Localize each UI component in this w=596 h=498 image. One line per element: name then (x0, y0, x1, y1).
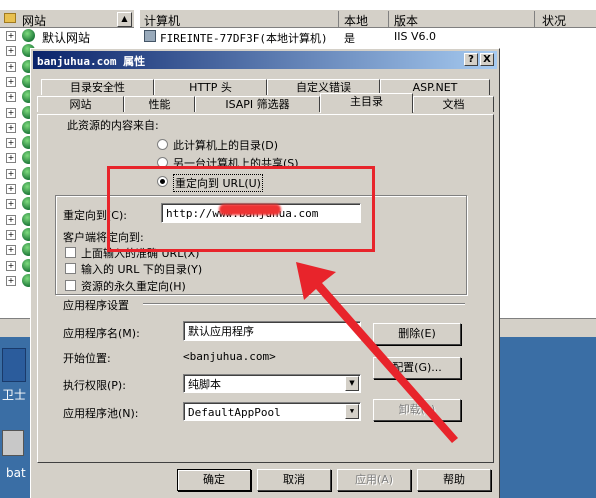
app-settings-label: 应用程序设置 (63, 299, 129, 312)
scroll-up-icon[interactable]: ▲ (117, 12, 132, 27)
desktop-icon[interactable] (2, 348, 26, 382)
column-version[interactable]: 版本 (394, 12, 418, 29)
start-point-label: 开始位置: (63, 352, 111, 365)
expand-icon[interactable]: + (6, 92, 16, 103)
exec-perm-select[interactable]: 纯脚本 ▼ (183, 374, 361, 393)
expand-icon[interactable]: + (6, 260, 16, 271)
tab-http-headers[interactable]: HTTP 头 (154, 79, 267, 95)
tab-directory-security[interactable]: 目录安全性 (41, 79, 154, 95)
start-point-value: <banjuhua.com> (183, 350, 276, 363)
expand-icon[interactable]: + (6, 153, 16, 164)
checkbox-subdirectory-label[interactable]: 输入的 URL 下的目录(Y) (81, 261, 202, 277)
expand-icon[interactable]: + (6, 61, 16, 72)
computer-icon (144, 30, 156, 42)
unload-button[interactable]: 卸载(L) (373, 399, 461, 421)
desktop-label-1: 卫士 (2, 388, 27, 402)
app-name-label: 应用程序名(M): (63, 327, 140, 340)
chevron-down-icon[interactable]: ▼ (345, 404, 359, 419)
expand-icon[interactable]: + (6, 31, 16, 41)
tab-performance[interactable]: 性能 (124, 96, 195, 112)
checkbox-permanent[interactable] (65, 280, 76, 291)
column-local[interactable]: 本地 (344, 12, 368, 29)
version-value: IIS V6.0 (394, 30, 436, 43)
config-button[interactable]: 配置(G)... (373, 357, 461, 379)
column-status[interactable]: 状况 (542, 12, 566, 29)
expand-icon[interactable]: + (6, 76, 16, 87)
expand-icon[interactable]: + (6, 184, 16, 194)
tree-row[interactable]: + 默认网站 (0, 28, 134, 45)
tab-isapi-filters[interactable]: ISAPI 筛选器 (195, 96, 320, 112)
highlight-box (107, 166, 375, 252)
properties-dialog: banjuhua.com 属性 ? X 目录安全性 HTTP 头 自定义错误 A… (30, 48, 500, 498)
expand-icon[interactable]: + (6, 46, 16, 57)
delete-button[interactable]: 删除(E) (373, 323, 461, 345)
expand-icon[interactable]: + (6, 138, 16, 149)
expand-icon[interactable]: + (6, 214, 16, 225)
column-computer[interactable]: 计算机 (144, 12, 180, 29)
apply-button[interactable]: 应用(A) (337, 469, 411, 491)
local-value: 是 (344, 32, 355, 45)
tab-home-directory[interactable]: 主目录 (320, 93, 413, 113)
help-icon[interactable]: ? (464, 53, 478, 66)
checkbox-subdirectory[interactable] (65, 263, 76, 274)
folder-icon (4, 13, 16, 23)
expand-icon[interactable]: + (6, 245, 16, 256)
checkbox-permanent-label[interactable]: 资源的永久重定向(H) (81, 278, 186, 294)
expand-icon[interactable]: + (6, 168, 16, 179)
expand-icon[interactable]: + (6, 122, 16, 133)
tab-website[interactable]: 网站 (37, 96, 124, 112)
radio-local-directory-label[interactable]: 此计算机上的目录(D) (173, 137, 278, 153)
radio-local-directory[interactable] (157, 139, 168, 150)
help-button[interactable]: 帮助 (417, 469, 491, 491)
app-name-input[interactable]: 默认应用程序 (183, 321, 361, 341)
ok-button[interactable]: 确定 (177, 469, 251, 491)
list-header: 计算机 本地 版本 状况 (140, 10, 596, 28)
close-icon[interactable]: X (480, 53, 494, 66)
expand-icon[interactable]: + (6, 229, 16, 240)
divider (143, 303, 465, 305)
list-row[interactable]: FIREINTE-77DF3F(本地计算机) 是 IIS V6.0 (140, 29, 596, 45)
app-pool-label: 应用程序池(N): (63, 407, 139, 420)
dialog-title: banjuhua.com 属性 (37, 55, 146, 68)
checkbox-exact-url[interactable] (65, 247, 76, 258)
computer-name: FIREINTE-77DF3F(本地计算机) (160, 32, 328, 45)
expand-icon[interactable]: + (6, 275, 16, 286)
globe-icon (22, 29, 35, 42)
exec-perm-value: 纯脚本 (188, 378, 221, 391)
app-pool-select[interactable]: DefaultAppPool ▼ (183, 402, 361, 421)
desktop-label-2: bat (6, 466, 26, 480)
exec-perm-label: 执行权限(P): (63, 379, 126, 392)
cancel-button[interactable]: 取消 (257, 469, 331, 491)
dialog-titlebar[interactable]: banjuhua.com 属性 ? X (33, 51, 497, 69)
expand-icon[interactable]: + (6, 107, 16, 118)
expand-icon[interactable]: + (6, 199, 16, 210)
file-icon[interactable] (2, 430, 24, 456)
app-pool-value: DefaultAppPool (188, 406, 281, 419)
tree-header-label: 网站 (22, 14, 47, 28)
tab-documents[interactable]: 文档 (413, 96, 494, 112)
tree-header: 网站 ▲ (0, 10, 134, 28)
chevron-down-icon[interactable]: ▼ (345, 376, 359, 391)
content-source-label: 此资源的内容来自: (67, 119, 159, 132)
